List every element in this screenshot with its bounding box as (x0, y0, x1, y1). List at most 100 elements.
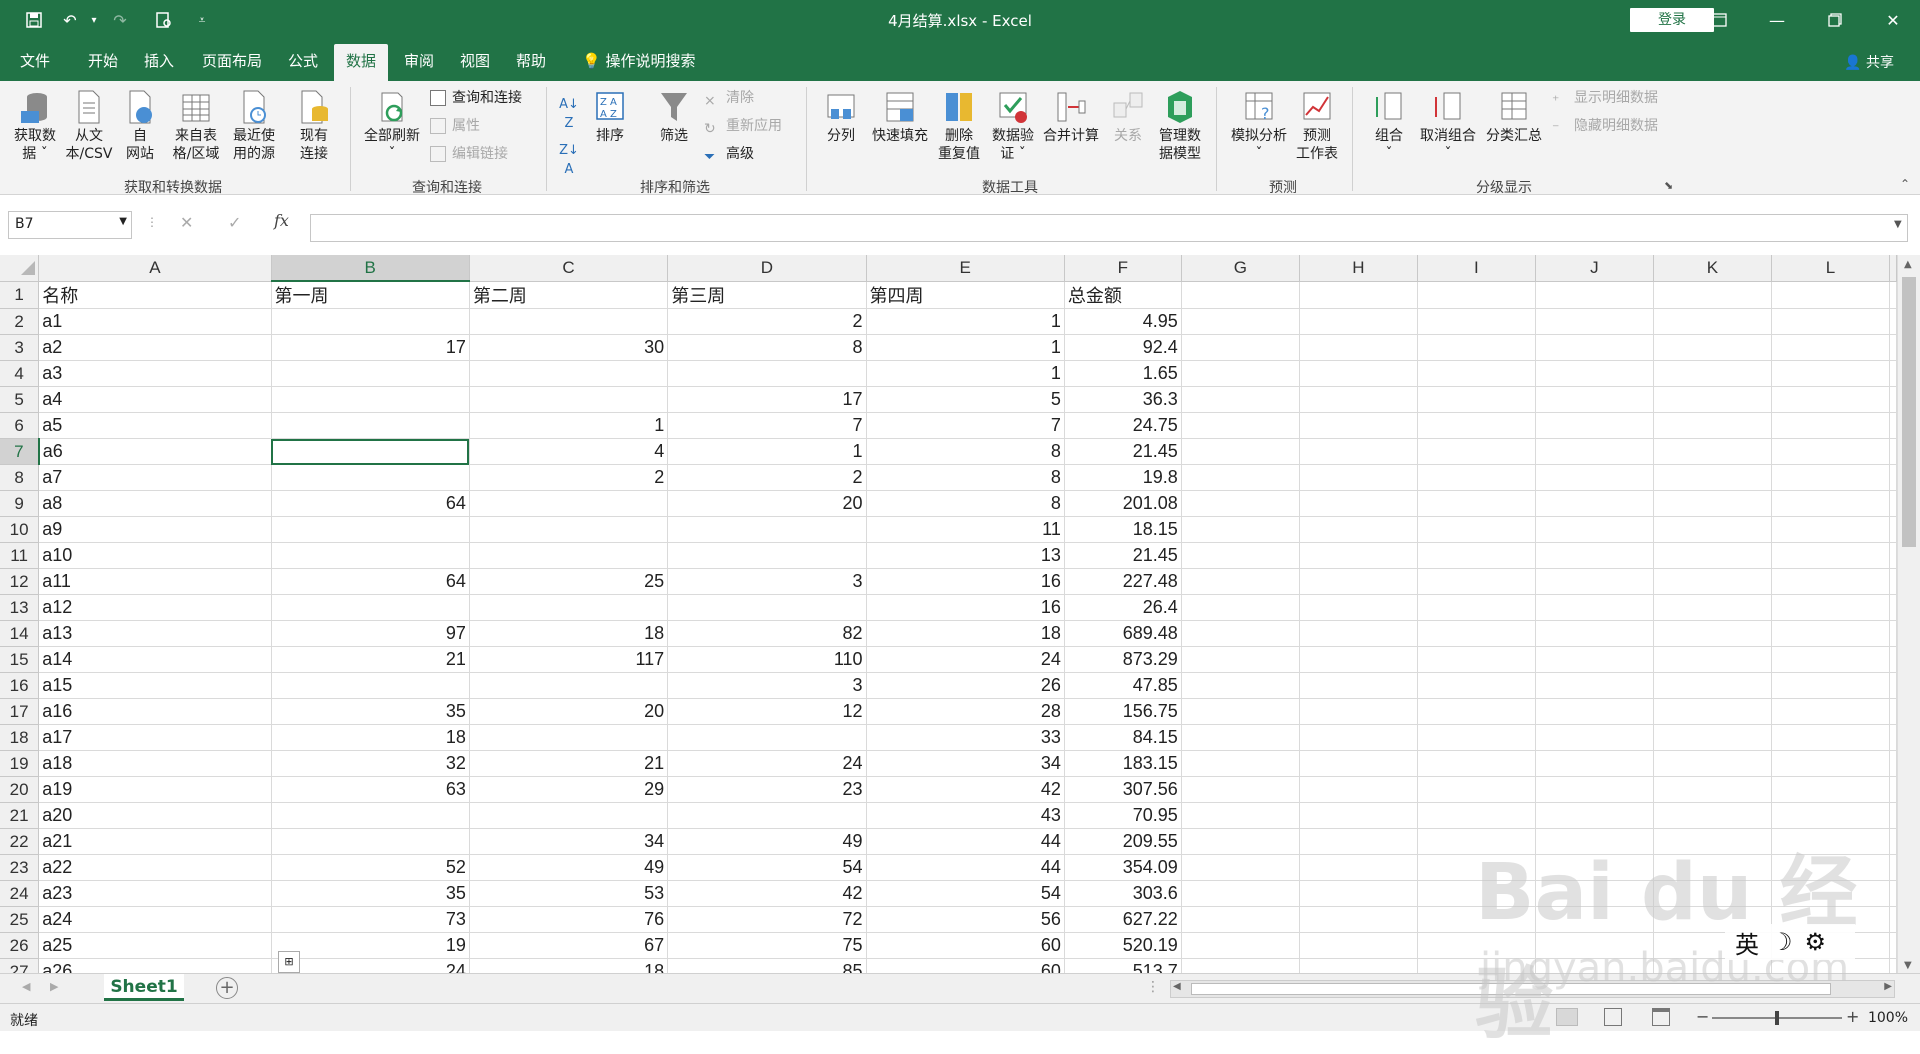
existing-connections-button[interactable]: 现有 连接 (294, 89, 334, 163)
row-header[interactable]: 8 (0, 464, 40, 491)
cell[interactable]: 11 (866, 516, 1065, 543)
cell[interactable] (1653, 776, 1772, 803)
cell[interactable] (1771, 802, 1891, 829)
manage-data-model-button[interactable]: 管理数 据模型 (1154, 89, 1206, 163)
cell[interactable] (1299, 490, 1418, 517)
cell[interactable]: a1 (38, 308, 272, 335)
cell[interactable] (271, 308, 470, 335)
cell[interactable] (1181, 620, 1300, 647)
cell[interactable] (469, 516, 669, 543)
row-header[interactable]: 23 (0, 854, 40, 881)
expand-formula-icon[interactable]: ▼ (1894, 219, 1902, 230)
cell[interactable] (1299, 698, 1418, 725)
cell[interactable]: a18 (38, 750, 272, 777)
collapse-ribbon-icon[interactable]: ⌃ (1900, 177, 1910, 191)
cell[interactable] (1299, 906, 1418, 933)
tab-home[interactable]: 开始 (80, 44, 126, 81)
cell[interactable]: 35 (271, 880, 470, 907)
row-header[interactable]: 17 (0, 698, 40, 725)
cell[interactable] (1535, 932, 1654, 959)
row-header[interactable]: 6 (0, 412, 40, 439)
cell[interactable] (1299, 412, 1418, 439)
tab-view[interactable]: 视图 (452, 44, 498, 81)
cell[interactable] (1535, 490, 1654, 517)
sheet-tab-sheet1[interactable]: Sheet1 (104, 974, 184, 1001)
cell[interactable] (1535, 854, 1654, 881)
relationships-button[interactable]: 关系 (1106, 89, 1150, 145)
cell[interactable] (1771, 360, 1891, 387)
cell[interactable] (1653, 516, 1772, 543)
gear-icon[interactable]: ⚙ (1805, 928, 1827, 956)
row-header[interactable]: 21 (0, 802, 40, 829)
cell[interactable] (1535, 386, 1654, 413)
cell[interactable] (1299, 620, 1418, 647)
cell[interactable]: a10 (38, 542, 272, 569)
cell[interactable] (1771, 724, 1891, 751)
cell[interactable]: 28 (866, 698, 1065, 725)
cell[interactable] (1417, 750, 1536, 777)
cell[interactable]: 76 (469, 906, 669, 933)
tab-insert[interactable]: 插入 (136, 44, 182, 81)
cell[interactable]: a8 (38, 490, 272, 517)
cell[interactable] (1653, 620, 1772, 647)
cell[interactable] (1889, 802, 1897, 829)
cell[interactable] (271, 672, 470, 699)
cell[interactable] (1417, 281, 1536, 309)
column-header-f[interactable]: F (1064, 255, 1182, 282)
cell[interactable]: a23 (38, 880, 272, 907)
cell[interactable] (1181, 776, 1300, 803)
cell[interactable] (1417, 646, 1536, 673)
cell[interactable]: 209.55 (1064, 828, 1182, 855)
cell[interactable] (1771, 776, 1891, 803)
cell[interactable]: a6 (38, 438, 272, 465)
cell[interactable] (1653, 802, 1772, 829)
cell[interactable]: a24 (38, 906, 272, 933)
cell[interactable]: 1 (866, 334, 1065, 361)
zoom-in-icon[interactable]: + (1846, 1007, 1859, 1026)
column-header-c[interactable]: C (469, 255, 669, 282)
cell[interactable] (1771, 698, 1891, 725)
save-icon[interactable] (20, 8, 48, 32)
what-if-analysis-button[interactable]: ? 模拟分析 ˇ (1226, 89, 1292, 163)
cell[interactable] (1299, 594, 1418, 621)
cell[interactable] (1417, 802, 1536, 829)
dialog-launcher-icon[interactable]: ⬊ (1664, 179, 1673, 192)
cell[interactable] (1417, 828, 1536, 855)
cell[interactable] (469, 802, 669, 829)
cell[interactable] (1181, 932, 1300, 959)
row-header[interactable]: 2 (0, 308, 40, 335)
cell[interactable]: 64 (271, 490, 470, 517)
queries-connections-button[interactable]: 查询和连接 (430, 87, 522, 109)
cell[interactable]: 18 (271, 724, 470, 751)
cell[interactable] (1889, 932, 1897, 959)
zoom-level[interactable]: 100% (1868, 1010, 1908, 1026)
cell[interactable] (1181, 672, 1300, 699)
cell[interactable]: 25 (469, 568, 669, 595)
cell[interactable] (1299, 542, 1418, 569)
cell[interactable] (1181, 828, 1300, 855)
cell[interactable]: 2 (667, 308, 867, 335)
cell[interactable]: 18 (469, 620, 669, 647)
cell[interactable]: 33 (866, 724, 1065, 751)
cell[interactable] (1417, 386, 1536, 413)
cell[interactable] (1771, 281, 1891, 309)
cell[interactable] (271, 412, 470, 439)
remove-duplicates-button[interactable]: 删除 重复值 (934, 89, 984, 163)
cell[interactable] (1181, 802, 1300, 829)
vertical-scrollbar[interactable]: ▲ ▼ (1897, 255, 1920, 975)
cell[interactable] (1417, 880, 1536, 907)
cell[interactable]: 20 (469, 698, 669, 725)
cell[interactable] (1889, 646, 1897, 673)
cell[interactable]: 第三周 (667, 281, 867, 309)
cell[interactable]: 73 (271, 906, 470, 933)
cell[interactable] (1181, 594, 1300, 621)
cell[interactable]: 30 (469, 334, 669, 361)
cell[interactable] (1771, 854, 1891, 881)
cell[interactable]: 名称 (38, 281, 272, 309)
cell[interactable] (1299, 360, 1418, 387)
row-header[interactable]: 16 (0, 672, 40, 699)
cell[interactable]: 3 (667, 568, 867, 595)
edit-links-button[interactable]: 编辑链接 (430, 143, 508, 165)
cell[interactable] (1181, 386, 1300, 413)
row-header[interactable]: 1 (0, 281, 40, 309)
